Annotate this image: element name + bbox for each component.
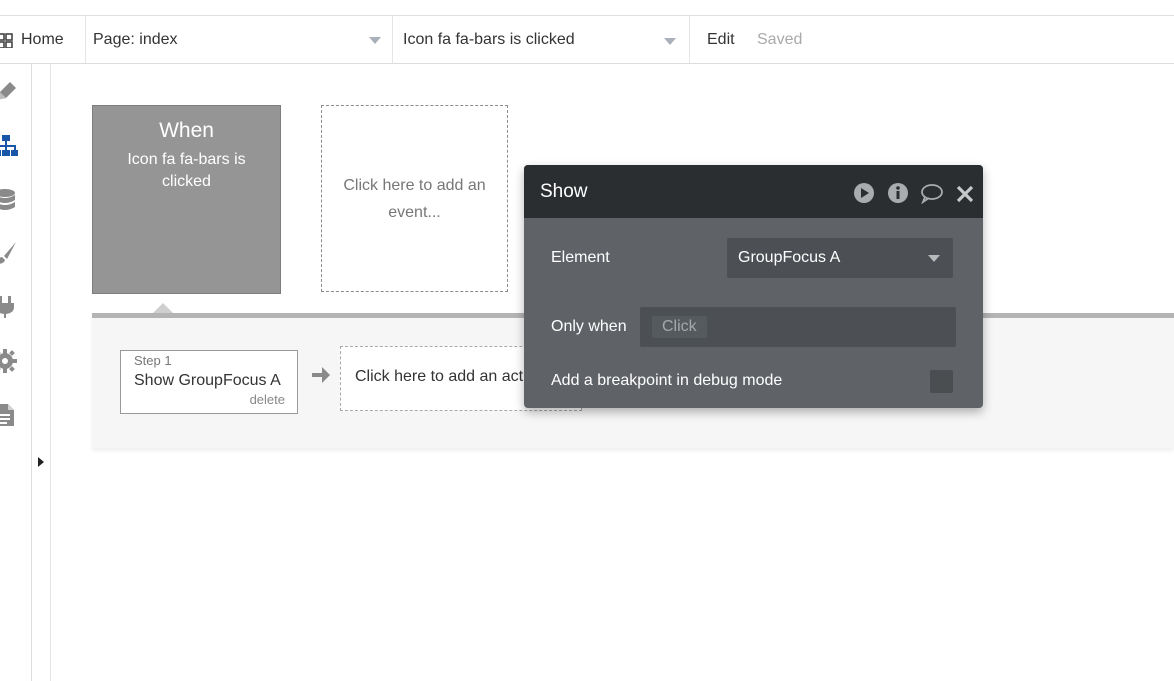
only-when-label: Only when [551,318,627,335]
page-selector[interactable]: Page: index [93,16,383,63]
element-dropdown[interactable]: GroupFocus A [727,238,953,278]
close-icon[interactable] [955,182,975,204]
home-button[interactable]: Home [0,16,64,63]
event-selector-label: Icon fa fa-bars is clicked [403,30,575,48]
element-value: GroupFocus A [738,249,841,266]
chevron-down-icon [664,38,676,45]
divider [85,16,86,63]
step-title: Show GroupFocus A [134,372,281,389]
event-card[interactable]: When Icon fa fa-bars is clicked [92,105,281,294]
home-label: Home [21,30,64,48]
event-subtitle: Icon fa fa-bars is clicked [127,151,246,190]
grid-icon [0,32,13,48]
event-title: When [159,119,214,142]
only-when-placeholder: Click [652,316,707,338]
expand-arrow-icon[interactable] [37,456,45,468]
left-sidebar [0,64,44,681]
page-selector-label: Page: index [93,30,178,48]
saved-status: Saved [757,16,802,63]
breakpoint-checkbox[interactable] [930,370,953,393]
plug-icon[interactable] [0,295,18,319]
document-icon[interactable] [0,403,18,427]
event-selector[interactable]: Icon fa fa-bars is clicked [403,16,688,63]
breakpoint-label: Add a breakpoint in debug mode [551,372,783,389]
info-icon[interactable] [887,182,909,204]
element-label: Element [551,249,610,266]
popup-header: Show [524,165,983,218]
add-event-label: Click here to add an event... [343,176,486,221]
comment-icon[interactable] [920,182,944,204]
chevron-down-icon [928,255,940,262]
arrow-right-icon [312,367,330,383]
workflow-icon[interactable] [0,134,18,158]
divider [689,16,690,63]
edit-button[interactable]: Edit [707,16,735,63]
divider [392,16,393,63]
popup-title: Show [540,181,588,202]
database-icon[interactable] [0,188,18,212]
chevron-down-icon [369,37,381,44]
add-event-button[interactable]: Click here to add an event... [321,105,508,292]
canvas-left-border [50,64,51,681]
edit-label: Edit [707,30,735,48]
brush-icon[interactable] [0,241,18,265]
step-card[interactable]: Step 1 Show GroupFocus A delete [120,350,298,414]
step-number: Step 1 [134,353,172,368]
play-icon[interactable] [853,182,875,204]
gear-icon[interactable] [0,349,18,373]
delete-step-link[interactable]: delete [250,392,285,407]
saved-label: Saved [757,30,803,48]
design-icon[interactable] [0,80,18,104]
top-bar: Home Page: index Icon fa fa-bars is clic… [0,16,1174,64]
show-action-popup: Show Element GroupFocus A Only when Clic… [524,165,983,408]
only-when-input[interactable]: Click [640,307,956,347]
